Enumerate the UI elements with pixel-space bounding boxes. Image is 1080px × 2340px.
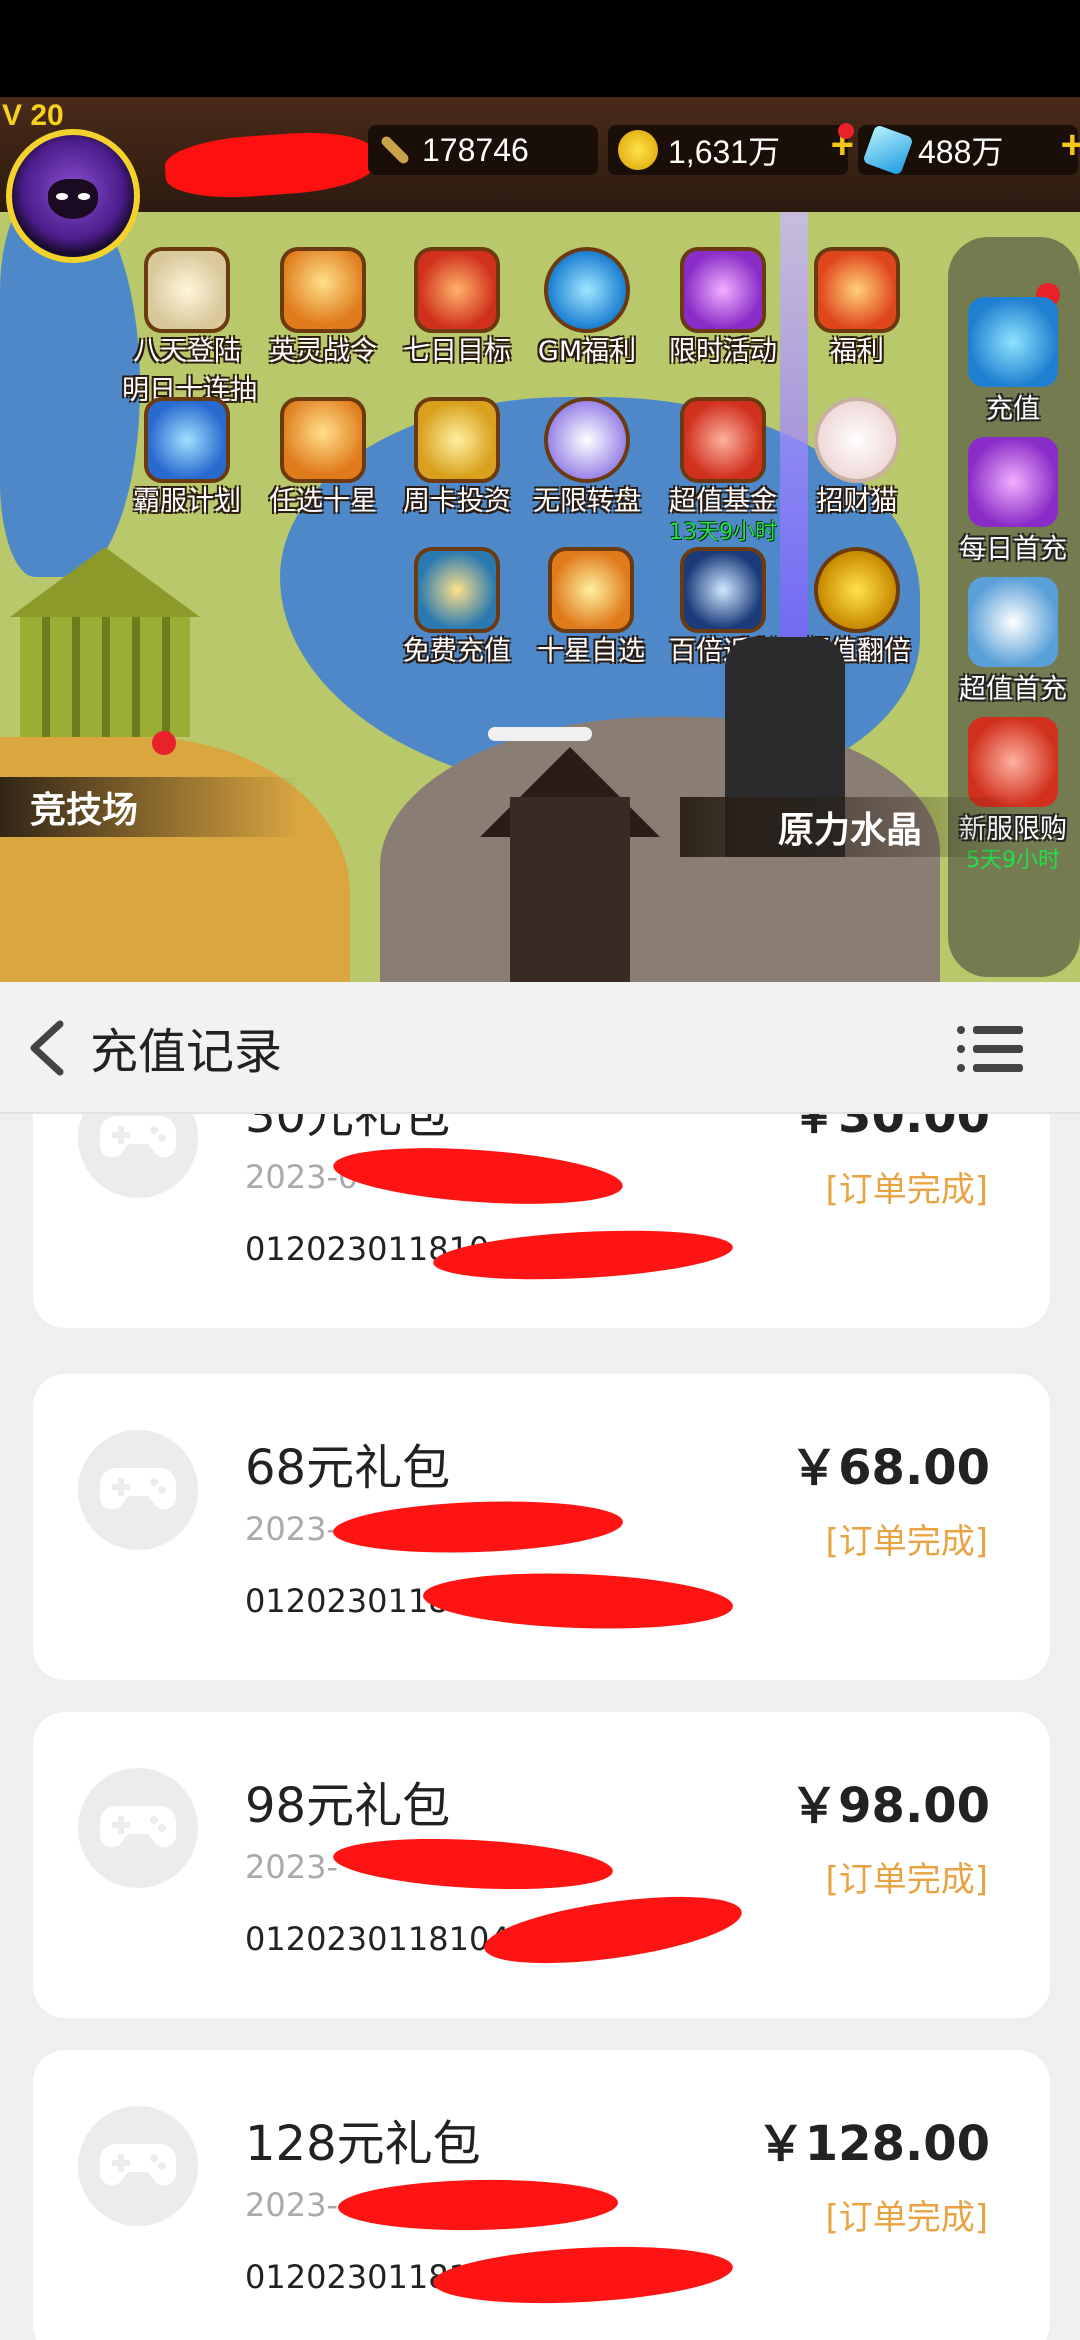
record-date: 2023- [245,1848,338,1886]
gold-counter: 1,631万 + [608,123,854,175]
gem-icon [862,124,914,176]
crystal-label[interactable]: 原力水晶 [680,797,1020,857]
menu-list-icon[interactable] [955,1022,1025,1076]
list-item[interactable]: 128元礼包 2023- 012023011810441 ￥128.00 [订单… [33,2050,1050,2340]
event-icon-freerecharge[interactable]: 免费充值 [392,547,522,668]
record-amount: ￥30.00 [790,1114,990,1144]
gamepad-icon [78,2106,198,2226]
event-label: 英灵战令 [269,336,377,367]
gem-counter: 488万 + [858,123,1080,176]
event-label: 超值基金 [669,486,777,517]
diamond-icon [968,297,1058,387]
event-icon-limited[interactable]: 限时活动 [658,247,788,368]
add-gem-button[interactable]: + [1061,123,1080,168]
list-item[interactable]: 30元礼包 2023-0 012023011810 ￥30.00 [订单完成] [33,1114,1050,1328]
event-label: 限时活动 [669,336,777,367]
redaction-scribble [332,1496,624,1558]
record-status: [订单完成] [825,1860,988,1900]
player-level: V 20 [2,99,64,132]
power-value: 178746 [422,131,529,168]
event-label: 霸服计划 [133,486,241,517]
event-label: 七日目标 [403,336,511,367]
record-amount: ￥68.00 [790,1440,990,1496]
redaction-scribble [331,1832,615,1896]
redaction-scribble [480,1884,746,1976]
power-counter: 178746 [368,125,598,175]
record-title: 30元礼包 [245,1114,451,1144]
gift-icon [968,437,1058,527]
treasure-icon [968,717,1058,807]
event-icon-fund[interactable]: 超值基金 13天9小时 [658,397,788,546]
notification-dot [152,731,176,755]
event-label: 八天登陆 [133,336,241,367]
redaction-scribble [331,1139,625,1213]
redaction-scribble [431,2240,735,2310]
record-title: 128元礼包 [245,2116,481,2172]
record-date: 2023- [245,1510,338,1548]
event-icon-dominate[interactable]: 霸服计划 [122,397,252,518]
event-icon-7day[interactable]: 七日目标 [392,247,522,368]
redaction-scribble [422,1568,734,1634]
recharge-record-list[interactable]: 30元礼包 2023-0 012023011810 ￥30.00 [订单完成] … [0,1114,1080,2340]
gamepad-icon [78,1114,198,1198]
hero-icon [968,577,1058,667]
coin-icon [618,130,658,170]
side-label: 充值 [986,394,1040,425]
side-label: 每日首充 [959,534,1067,565]
record-status: [订单完成] [825,2198,988,2238]
event-icon-wheel[interactable]: 无限转盘 [522,397,652,518]
event-label: 福利 [830,336,884,367]
record-status: [订单完成] [825,1170,988,1210]
side-daily-first[interactable]: 每日首充 [946,437,1080,566]
side-super-first[interactable]: 超值首充 [946,577,1080,706]
record-title: 68元礼包 [245,1440,451,1496]
event-label: 无限转盘 [533,486,641,517]
event-icon-tenstar[interactable]: 任选十星 [258,397,388,518]
event-icon-tenstar-select[interactable]: 十星自选 [526,547,656,668]
game-screen: V 20 178746 1,631万 + 488万 + 八天登陆 明日十连抽 英… [0,97,1080,982]
list-item[interactable]: 68元礼包 2023- 0120230118 ￥68.00 [订单完成] [33,1374,1050,1680]
record-amount: ￥98.00 [790,1778,990,1834]
record-order-id: 0120230118 [245,1582,449,1620]
event-label: 十星自选 [537,636,645,667]
page-title: 充值记录 [90,1024,283,1080]
record-status: [订单完成] [825,1522,988,1562]
gold-value: 1,631万 [668,134,781,170]
sheet-drag-handle[interactable] [488,727,592,741]
event-label: 周卡投资 [403,486,511,517]
map-desert [0,737,350,982]
app-header: 充值记录 [0,982,1080,1114]
event-label: 任选十星 [269,486,377,517]
arena-building[interactable] [10,547,200,747]
record-date: 2023- [245,2186,338,2224]
gem-value: 488万 [918,134,1004,170]
event-icon-welfare[interactable]: 福利 [792,247,922,368]
back-arrow-icon[interactable] [22,1020,72,1076]
event-icon-gm[interactable]: GM福利 [522,247,652,368]
side-label: 超值首充 [959,674,1067,705]
event-label: GM福利 [537,336,637,367]
event-icon-luckycat[interactable]: 招财猫 [792,397,922,518]
witch-house [510,797,630,982]
list-item[interactable]: 98元礼包 2023- 0120230118104444 ￥98.00 [订单完… [33,1712,1050,2018]
sword-icon [379,134,411,166]
redaction-scribble [337,2177,619,2233]
player-avatar[interactable] [6,129,140,263]
event-timer: 13天9小时 [669,520,777,545]
side-recharge[interactable]: 充值 [946,297,1080,426]
status-bar [0,0,1080,97]
record-amount: ￥128.00 [756,2116,990,2172]
event-label: 招财猫 [816,486,898,517]
event-icon-login[interactable]: 八天登陆 明日十连抽 [122,247,257,407]
notification-dot [838,123,854,139]
gamepad-icon [78,1430,198,1550]
record-title: 98元礼包 [245,1778,451,1834]
event-icon-weekcard[interactable]: 周卡投资 [392,397,522,518]
event-label: 免费充值 [403,636,511,667]
arena-label[interactable]: 竞技场 [0,777,300,837]
gamepad-icon [78,1768,198,1888]
event-icon-battlepass[interactable]: 英灵战令 [258,247,388,368]
